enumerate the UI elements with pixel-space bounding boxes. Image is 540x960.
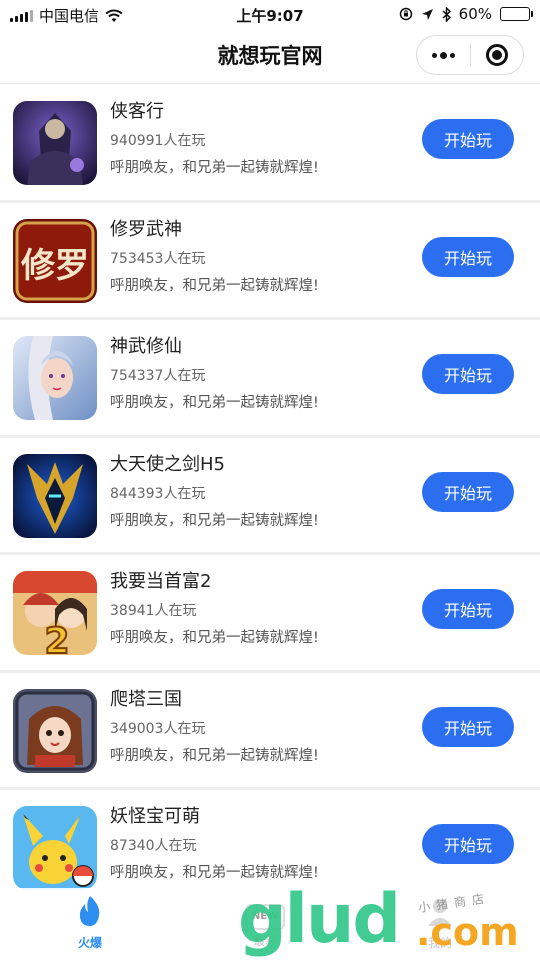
- start-play-button[interactable]: 开始玩: [422, 824, 514, 864]
- tab-hot[interactable]: 火爆: [45, 894, 135, 951]
- game-icon-text: 2: [44, 621, 69, 655]
- tab-mine[interactable]: 我的: [395, 894, 485, 951]
- game-info: 爬塔三国 349003人在玩 呼朋唤友，和兄弟一起铸就辉煌!: [110, 689, 319, 765]
- game-info: 大天使之剑H5 844393人在玩 呼朋唤友，和兄弟一起铸就辉煌!: [110, 454, 319, 530]
- game-item[interactable]: 爬塔三国 349003人在玩 呼朋唤友，和兄弟一起铸就辉煌! 开始玩: [0, 673, 540, 790]
- game-item[interactable]: 侠客行 940991人在玩 呼朋唤友，和兄弟一起铸就辉煌! 开始玩: [0, 85, 540, 203]
- game-icon-text: 修罗: [20, 246, 89, 286]
- shoufu2-game-icon: 2: [13, 571, 97, 655]
- start-play-button[interactable]: 开始玩: [422, 119, 514, 159]
- orientation-lock-icon: [399, 7, 412, 21]
- game-slogan: 呼朋唤友，和兄弟一起铸就辉煌!: [110, 160, 319, 176]
- tab-hot-label: 火爆: [77, 936, 102, 950]
- game-name: 大天使之剑H5: [110, 453, 225, 475]
- more-button[interactable]: [417, 36, 470, 74]
- game-name: 侠客行: [110, 101, 164, 122]
- game-info: 侠客行 940991人在玩 呼朋唤友，和兄弟一起铸就辉煌!: [110, 101, 319, 177]
- start-play-button[interactable]: 开始玩: [422, 354, 514, 394]
- game-slogan: 呼朋唤友，和兄弟一起铸就辉煌!: [110, 277, 319, 294]
- xiuluowushen-game-icon: 修罗: [13, 218, 97, 303]
- mini-program-capsule: [416, 35, 524, 75]
- game-info: 妖怪宝可萌 87340人在玩 呼朋唤友，和兄弟一起铸就辉煌!: [110, 806, 319, 882]
- start-play-button[interactable]: 开始玩: [422, 706, 514, 747]
- game-name: 爬塔三国: [110, 688, 182, 710]
- game-player-count: 87340人在玩: [110, 838, 197, 854]
- shenwuxiuxian-game-icon: [13, 336, 97, 420]
- game-name: 妖怪宝可萌: [110, 806, 200, 827]
- game-player-count: 754337人在玩: [110, 368, 206, 384]
- status-bar: 中国电信 上午9:07 60%: [0, 0, 540, 30]
- game-info: 修罗武神 753453人在玩 呼朋唤友，和兄弟一起铸就辉煌!: [110, 219, 319, 295]
- game-info: 我要当首富2 38941人在玩 呼朋唤友，和兄弟一起铸就辉煌!: [110, 571, 319, 647]
- battery-icon: [500, 7, 533, 21]
- user-icon: [428, 899, 452, 926]
- game-name: 我要当首富2: [110, 571, 212, 592]
- bluetooth-icon: [442, 6, 451, 22]
- game-player-count: 844393人在玩: [110, 485, 206, 502]
- status-right: 60%: [399, 5, 533, 23]
- game-info: 神武修仙 754337人在玩 呼朋唤友，和兄弟一起铸就辉煌!: [110, 336, 319, 412]
- game-item[interactable]: 修罗 修罗武神 753453人在玩 呼朋唤友，和兄弟一起铸就辉煌! 开始玩: [0, 203, 540, 320]
- battery-percent: 60%: [458, 5, 492, 23]
- game-item[interactable]: 神武修仙 754337人在玩 呼朋唤友，和兄弟一起铸就辉煌! 开始玩: [0, 320, 540, 438]
- more-dots-icon: [431, 51, 455, 59]
- game-list: 侠客行 940991人在玩 呼朋唤友，和兄弟一起铸就辉煌! 开始玩 修罗 修罗武…: [0, 85, 540, 908]
- start-play-button[interactable]: 开始玩: [422, 236, 514, 277]
- location-icon: [421, 8, 433, 20]
- patasanguo-game-icon: [13, 688, 97, 773]
- game-slogan: 呼朋唤友，和兄弟一起铸就辉煌!: [110, 630, 319, 646]
- new-icon: NEW: [245, 904, 285, 930]
- game-slogan: 呼朋唤友，和兄弟一起铸就辉煌!: [110, 395, 319, 411]
- tab-bar: 火爆 NEW 最新 我的: [0, 888, 540, 960]
- game-name: 神武修仙: [110, 336, 182, 357]
- game-player-count: 753453人在玩: [110, 250, 206, 267]
- game-slogan: 呼朋唤友，和兄弟一起铸就辉煌!: [110, 512, 319, 529]
- tab-new[interactable]: NEW 最新: [220, 894, 310, 949]
- start-play-button[interactable]: 开始玩: [422, 471, 514, 512]
- game-player-count: 940991人在玩: [110, 133, 206, 149]
- nav-bar: 就想玩官网: [0, 30, 540, 84]
- xiakexing-game-icon: [13, 101, 97, 185]
- flame-icon: [79, 896, 100, 926]
- game-item[interactable]: 大天使之剑H5 844393人在玩 呼朋唤友，和兄弟一起铸就辉煌! 开始玩: [0, 438, 540, 555]
- datianshi-game-icon: [13, 453, 97, 538]
- tab-mine-label: 我的: [427, 936, 452, 950]
- yaoguaibaokemeng-game-icon: [13, 806, 97, 890]
- start-play-button[interactable]: 开始玩: [422, 589, 514, 629]
- game-slogan: 呼朋唤友，和兄弟一起铸就辉煌!: [110, 747, 319, 764]
- close-mini-program-button[interactable]: [470, 36, 523, 74]
- tab-new-label: 最新: [252, 934, 277, 948]
- close-circle-icon: [485, 44, 508, 66]
- game-item[interactable]: 2 我要当首富2 38941人在玩 呼朋唤友，和兄弟一起铸就辉煌! 开始玩: [0, 555, 540, 673]
- game-player-count: 38941人在玩: [110, 603, 197, 619]
- game-player-count: 349003人在玩: [110, 720, 206, 737]
- game-slogan: 呼朋唤友，和兄弟一起铸就辉煌!: [110, 865, 319, 881]
- game-name: 修罗武神: [110, 218, 182, 240]
